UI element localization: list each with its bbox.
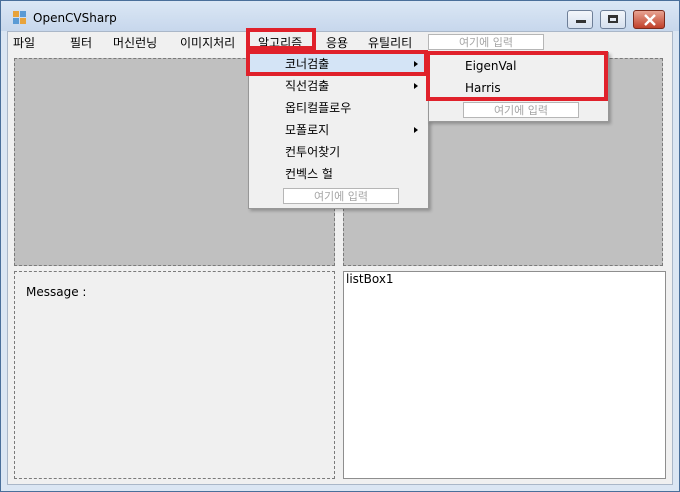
menu-item-label: 직선검출 [285,79,330,93]
minimize-button[interactable] [567,10,593,29]
close-button[interactable] [633,10,665,29]
menu-image-processing[interactable]: 이미지처리 [180,35,235,51]
menu-item-morphology[interactable]: 모폴로지 [249,119,428,141]
submenu-arrow-icon [414,83,418,89]
menu-item-eigenval[interactable]: EigenVal [429,55,608,77]
submenu-new-item-input[interactable]: 여기에 입력 [463,102,579,118]
corner-detection-submenu: EigenVal Harris 여기에 입력 [428,52,609,122]
menu-file[interactable]: 파일 [13,35,35,51]
menu-item-find-contours[interactable]: 컨투어찾기 [249,141,428,163]
menubar-new-item-input[interactable]: 여기에 입력 [428,34,544,50]
maximize-button[interactable] [600,10,626,29]
menu-utility[interactable]: 유틸리티 [368,35,412,51]
menu-bar: 파일 필터 머신런닝 이미지처리 알고리즘 응용 유틸리티 여기에 입력 [8,32,672,54]
menu-item-harris[interactable]: Harris [429,77,608,99]
menu-item-label: Harris [465,81,501,95]
submenu-arrow-icon [414,61,418,67]
menu-item-line-detection[interactable]: 직선검출 [249,75,428,97]
menu-filter[interactable]: 필터 [70,35,92,51]
submenu-arrow-icon [414,127,418,133]
menu-algorithm[interactable]: 알고리즘 [258,35,302,51]
listbox[interactable]: listBox1 [343,271,666,479]
dropdown-new-item-input[interactable]: 여기에 입력 [283,188,399,204]
menu-item-label: 모폴로지 [285,123,330,137]
menu-item-label: 컨벡스 헐 [285,167,333,181]
menu-item-corner-detection[interactable]: 코너검출 [249,53,428,75]
menu-item-label: EigenVal [465,59,517,73]
title-bar[interactable]: OpenCVSharp [1,1,679,31]
menu-item-optical-flow[interactable]: 옵티컬플로우 [249,97,428,119]
close-icon [644,14,656,26]
minimize-icon [576,20,586,23]
menu-item-label: 옵티컬플로우 [285,101,352,115]
menu-item-convex-hull[interactable]: 컨벡스 헐 [249,163,428,185]
algorithm-dropdown: 코너검출 직선검출 옵티컬플로우 모폴로지 컨투어찾기 컨벡스 헐 여기에 입력 [248,52,429,209]
message-label: Message : [26,285,87,299]
app-icon [13,11,27,25]
menu-item-label: 컨투어찾기 [285,145,341,159]
message-panel: Message : [14,271,335,479]
menu-application[interactable]: 응용 [326,35,348,51]
menu-machine-learning[interactable]: 머신런닝 [113,35,157,51]
listbox-label: listBox1 [346,272,394,286]
menu-item-label: 코너검출 [285,57,330,71]
window-title: OpenCVSharp [33,11,117,25]
maximize-icon [608,15,618,23]
